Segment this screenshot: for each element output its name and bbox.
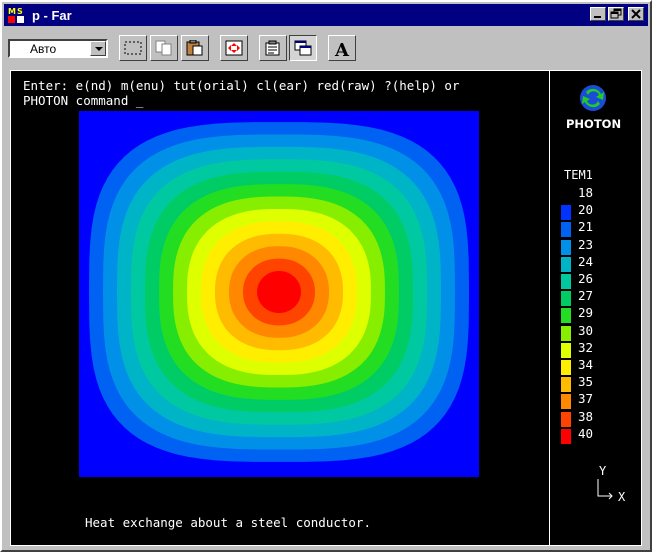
contour-band — [257, 271, 301, 313]
legend-entry: 24 — [561, 253, 631, 272]
toolbar: Авто A — [4, 30, 648, 66]
photon-logo-label: PHOTON — [566, 117, 622, 131]
copy-icon — [155, 40, 172, 56]
legend-entry: 20 — [561, 202, 631, 221]
legend-label: 30 — [578, 322, 594, 338]
font-button[interactable]: A — [328, 35, 356, 61]
svg-text:A: A — [334, 40, 350, 58]
plot-window: Enter: e(nd) m(enu) tut(orial) cl(ear) r… — [11, 71, 550, 545]
paste-icon — [186, 40, 203, 56]
minimize-icon — [594, 16, 601, 18]
temperature-contour-plot — [79, 111, 479, 477]
legend-entry: 38 — [561, 408, 631, 427]
legend-label: 27 — [578, 288, 594, 304]
legend-entry: 23 — [561, 236, 631, 255]
axes-triad-icon: Y X — [590, 463, 635, 508]
legend-label: 32 — [578, 339, 594, 355]
legend-swatch — [561, 325, 571, 341]
properties-button[interactable] — [259, 35, 287, 61]
svg-text:S: S — [17, 7, 23, 16]
legend-title: TEM1 — [564, 168, 593, 182]
legend-entry: 32 — [561, 339, 631, 358]
legend-label: 20 — [578, 202, 594, 218]
legend-entry: 34 — [561, 357, 631, 375]
legend-entry: 27 — [561, 288, 631, 307]
legend-swatch — [561, 308, 571, 324]
legend-swatch — [561, 256, 571, 272]
font-size-combo[interactable]: Авто — [8, 39, 108, 58]
font-size-value: Авто — [30, 42, 57, 56]
legend-entry: 40 — [561, 425, 631, 444]
legend-entry: 35 — [561, 374, 631, 393]
copy-button[interactable] — [150, 35, 178, 61]
font-icon: A — [334, 40, 350, 58]
properties-icon — [265, 40, 280, 56]
legend-entry: 29 — [561, 305, 631, 324]
close-icon — [631, 9, 641, 19]
contour-svg — [79, 111, 479, 477]
fullscreen-button[interactable] — [220, 35, 248, 61]
legend-swatch — [561, 222, 571, 238]
paste-button[interactable] — [181, 35, 209, 61]
title-bar[interactable]: M S p - Far — [4, 4, 648, 26]
restore-button[interactable] — [608, 7, 624, 21]
axis-x-label: X — [618, 490, 626, 504]
legend-entry: 37 — [561, 391, 631, 410]
legend-swatch — [561, 377, 571, 393]
legend-label: 40 — [578, 425, 594, 441]
legend-label: 37 — [578, 391, 594, 407]
legend-label: 29 — [578, 305, 594, 321]
svg-text:M: M — [8, 7, 16, 16]
prompt-line-2: PHOTON command _ — [23, 93, 144, 108]
legend-label: 35 — [578, 374, 594, 390]
background-icon — [294, 40, 312, 56]
legend-entry: 18 — [561, 185, 631, 202]
legend-label: 38 — [578, 408, 594, 424]
legend-label: 24 — [578, 253, 594, 269]
legend-swatch — [561, 239, 571, 255]
legend-swatch — [561, 411, 571, 427]
legend-swatch — [561, 428, 571, 444]
legend-swatch — [561, 342, 571, 358]
window-title: p - Far — [32, 7, 72, 23]
minimize-button[interactable] — [590, 7, 606, 21]
close-button[interactable] — [628, 7, 644, 21]
mark-button[interactable] — [119, 35, 147, 61]
photon-logo-icon — [576, 83, 610, 113]
legend-label: 18 — [578, 185, 594, 200]
chevron-down-icon[interactable] — [90, 41, 106, 56]
legend-label: 23 — [578, 236, 594, 252]
legend-swatch — [561, 188, 571, 203]
legend-label: 21 — [578, 219, 594, 235]
legend-swatch — [561, 205, 571, 221]
msdos-app-icon[interactable]: M S — [6, 5, 26, 25]
plot-caption: Heat exchange about a steel conductor. — [85, 515, 371, 530]
restore-icon — [610, 8, 622, 19]
legend-entry: 26 — [561, 271, 631, 289]
legend-label: 34 — [578, 357, 594, 372]
graphics-area[interactable]: Enter: e(nd) m(enu) tut(orial) cl(ear) r… — [10, 70, 642, 546]
fullscreen-icon — [225, 40, 243, 56]
axis-y-label: Y — [599, 464, 607, 478]
side-panel: PHOTON TEM1 18 20 21 23 24 26 27 29 30 32 34 35 37 38… — [550, 71, 641, 545]
legend-label: 26 — [578, 271, 594, 286]
legend-swatch — [561, 291, 571, 307]
legend-swatch — [561, 360, 571, 375]
legend-swatch — [561, 274, 571, 289]
legend-entry: 21 — [561, 219, 631, 238]
app-window: M S p - Far Авто A Enter: e(nd) m(enu) t… — [0, 0, 652, 552]
background-button[interactable] — [289, 35, 317, 61]
legend-swatch — [561, 394, 571, 410]
prompt-line-1: Enter: e(nd) m(enu) tut(orial) cl(ear) r… — [23, 78, 460, 93]
mark-icon — [124, 41, 142, 55]
legend-entry: 30 — [561, 322, 631, 341]
